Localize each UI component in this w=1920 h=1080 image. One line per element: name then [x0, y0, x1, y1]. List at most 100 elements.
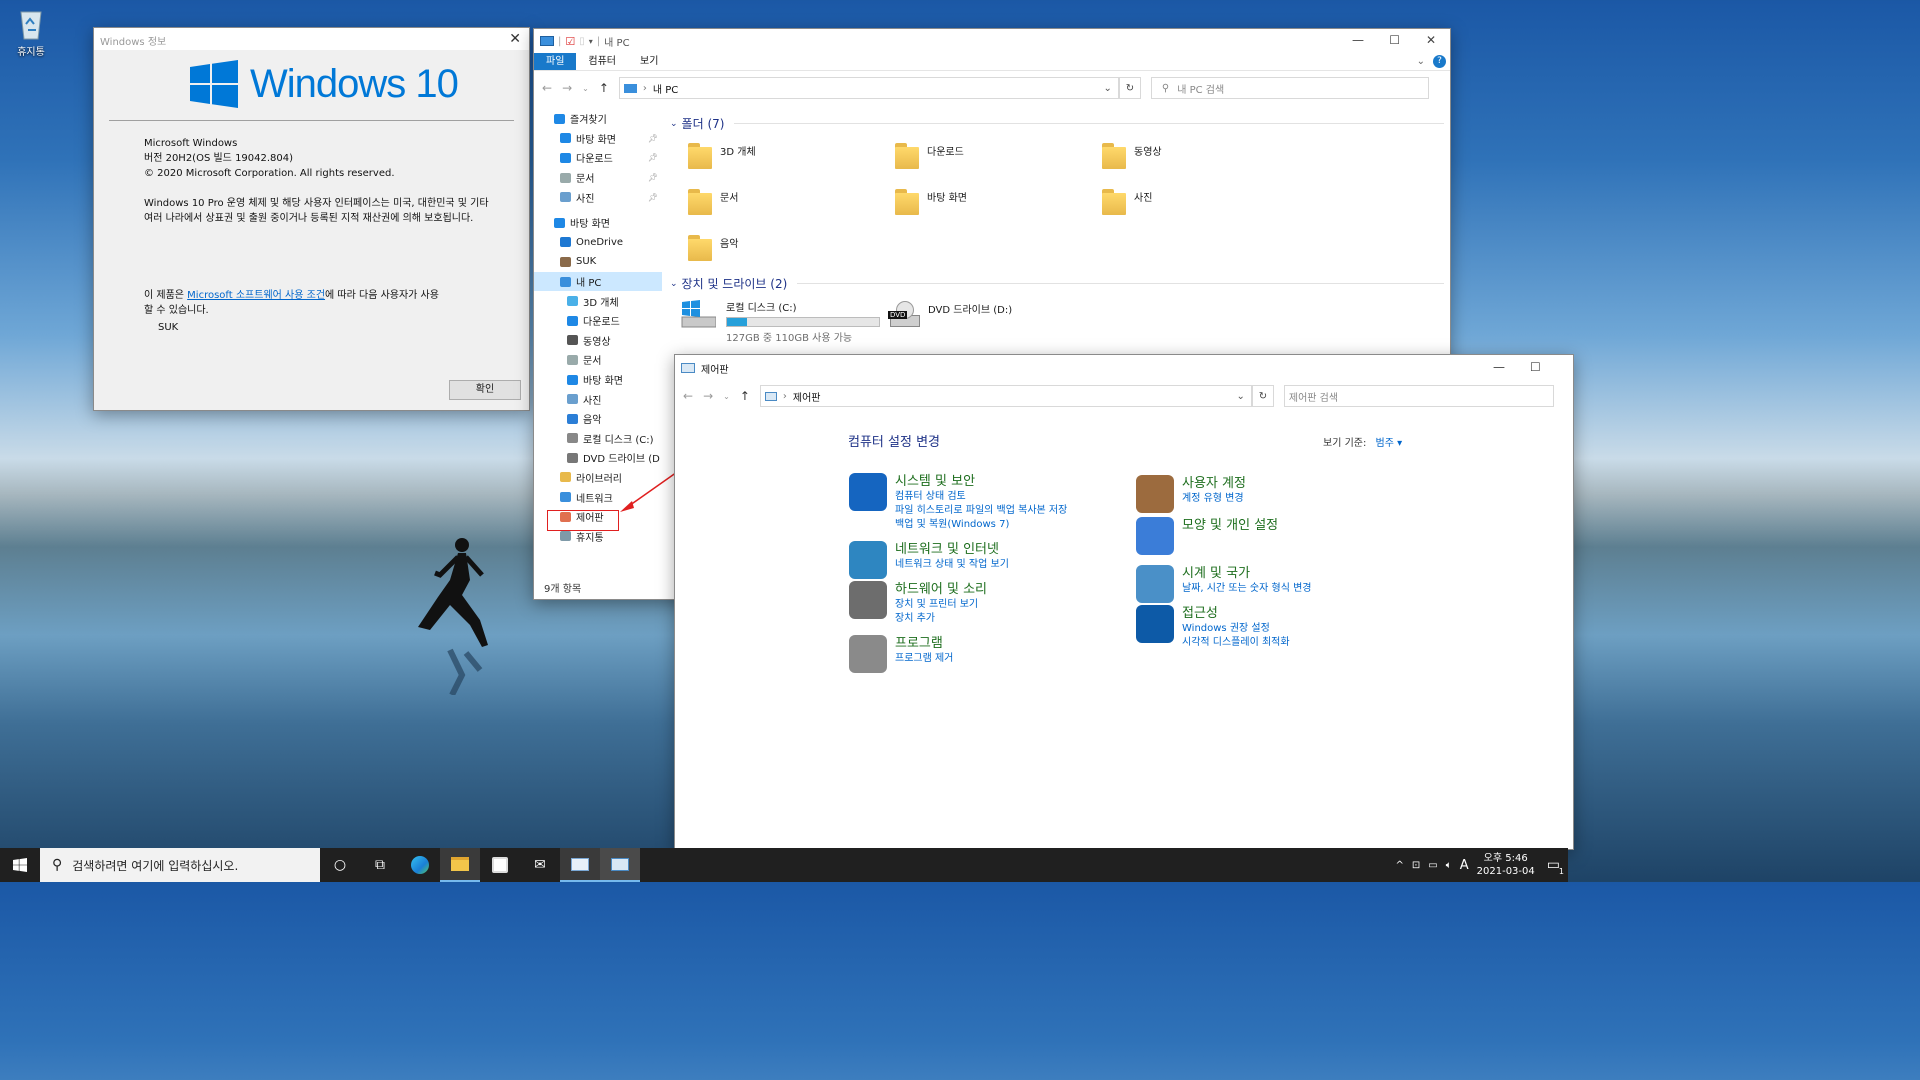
tab-view[interactable]: 보기 — [628, 53, 670, 70]
edge-icon[interactable] — [400, 848, 440, 882]
back-icon[interactable]: ← — [683, 389, 693, 403]
sidebar-item[interactable]: 사진 📌︎ — [534, 187, 662, 207]
folder-item[interactable]: 문서 — [686, 187, 738, 217]
meet-now-icon[interactable]: ⊡ — [1412, 860, 1420, 871]
sidebar-item[interactable]: 동영상 — [534, 331, 662, 351]
file-explorer-taskbar-icon[interactable] — [440, 848, 480, 882]
forward-icon[interactable]: → — [703, 389, 713, 403]
cp-category-title[interactable]: 시계 및 국가 — [1182, 565, 1311, 582]
up-icon[interactable]: ↑ — [599, 81, 609, 95]
cp-refresh-button[interactable]: ↻ — [1251, 385, 1274, 407]
cp-category[interactable]: 하드웨어 및 소리 장치 및 프린터 보기 장치 추가 — [849, 581, 987, 626]
drive-c[interactable]: 로컬 디스크 (C:) 127GB 중 110GB 사용 가능 — [680, 299, 880, 344]
cp-category-title[interactable]: 접근성 — [1182, 605, 1290, 622]
sidebar-item[interactable]: SUK — [534, 252, 662, 272]
minimize-icon[interactable]: — — [1352, 33, 1364, 47]
cp-category[interactable]: 프로그램 프로그램 제거 — [849, 635, 953, 673]
cp-category[interactable]: 사용자 계정 계정 유형 변경 — [1136, 475, 1246, 513]
cp-category-title[interactable]: 프로그램 — [895, 635, 953, 652]
cp-task-link[interactable]: Windows 권장 설정 — [1182, 622, 1290, 636]
quick-access-menu-icon[interactable]: ▾ — [589, 37, 593, 46]
folder-item[interactable]: 바탕 화면 — [893, 187, 967, 217]
cp-category[interactable]: 시계 및 국가 날짜, 시간 또는 숫자 형식 변경 — [1136, 565, 1311, 603]
back-icon[interactable]: ← — [542, 81, 552, 95]
drive-d[interactable]: DVD DVD 드라이브 (D:) — [888, 299, 1012, 329]
cp-category-title[interactable]: 네트워크 및 인터넷 — [895, 541, 1009, 558]
ribbon-expand-icon[interactable]: ⌄ — [1413, 53, 1429, 70]
minimize-icon[interactable]: — — [1493, 360, 1505, 374]
folder-item[interactable]: 음악 — [686, 233, 738, 263]
cp-search-box[interactable]: 제어판 검색 — [1283, 385, 1554, 407]
sidebar-item[interactable]: 3D 개체 — [534, 291, 662, 311]
mail-icon[interactable]: ✉ — [520, 848, 560, 882]
folder-item[interactable]: 다운로드 — [893, 141, 964, 171]
ok-button[interactable]: 확인 — [449, 380, 521, 400]
forward-icon[interactable]: → — [562, 81, 572, 95]
show-hidden-icons-icon[interactable]: ^ — [1396, 860, 1404, 871]
help-icon[interactable]: ? — [1433, 55, 1446, 68]
tab-computer[interactable]: 컴퓨터 — [576, 53, 628, 70]
cp-category[interactable]: 접근성 Windows 권장 설정 시각적 디스플레이 최적화 — [1136, 605, 1290, 650]
explorer-search-box[interactable]: ⚲ 내 PC 검색 — [1150, 77, 1429, 99]
cp-task-link[interactable]: 계정 유형 변경 — [1182, 492, 1246, 506]
recent-icon[interactable]: ⌄ — [582, 84, 589, 93]
taskbar-search-box[interactable]: ⚲ 검색하려면 여기에 입력하십시오. — [40, 848, 320, 882]
folder-item[interactable]: 동영상 — [1100, 141, 1162, 171]
close-icon[interactable]: ✕ — [509, 31, 521, 47]
sidebar-item[interactable]: 바탕 화면 📌︎ — [534, 129, 662, 149]
cp-task-link[interactable]: 장치 및 프린터 보기 — [895, 598, 987, 612]
control-panel-taskbar-icon[interactable] — [600, 848, 640, 882]
sidebar-item[interactable]: 문서 📌︎ — [534, 168, 662, 188]
address-bar[interactable]: › 내 PC ⌄ — [618, 77, 1119, 99]
sidebar-item[interactable]: 내 PC — [534, 271, 662, 292]
address-dropdown-icon[interactable]: ⌄ — [1104, 83, 1112, 94]
cp-category[interactable]: 네트워크 및 인터넷 네트워크 상태 및 작업 보기 — [849, 541, 1009, 579]
cp-task-link[interactable]: 날짜, 시간 또는 숫자 형식 변경 — [1182, 582, 1311, 596]
recycle-bin-desktop-icon[interactable]: 휴지통 — [8, 6, 54, 58]
tab-file[interactable]: 파일 — [534, 53, 577, 70]
store-icon[interactable] — [480, 848, 520, 882]
address-dropdown-icon[interactable]: ⌄ — [1237, 391, 1245, 402]
maximize-icon[interactable]: ☐ — [1530, 360, 1541, 374]
ime-indicator[interactable]: A — [1460, 858, 1469, 873]
license-terms-link[interactable]: Microsoft 소프트웨어 사용 조건 — [187, 290, 325, 301]
folder-item[interactable]: 사진 — [1100, 187, 1152, 217]
about-windows-taskbar-icon[interactable] — [560, 848, 600, 882]
cp-task-link[interactable]: 파일 히스토리로 파일의 백업 복사본 저장 — [895, 504, 1067, 518]
recent-icon[interactable]: ⌄ — [723, 392, 730, 401]
task-view-icon[interactable]: ⧉ — [360, 848, 400, 882]
folders-group-header[interactable]: ⌄ 폴더 (7) — [670, 115, 1444, 132]
new-folder-quick-icon[interactable]: ▯ — [579, 36, 585, 47]
cp-task-link[interactable]: 네트워크 상태 및 작업 보기 — [895, 558, 1009, 572]
cp-category[interactable]: 시스템 및 보안 컴퓨터 상태 검토 파일 히스토리로 파일의 백업 복사본 저장 백… — [849, 473, 1067, 532]
sidebar-item[interactable]: 다운로드 📌︎ — [534, 148, 662, 168]
clock[interactable]: 오후 5:46 2021-03-04 — [1477, 852, 1535, 878]
cp-task-link[interactable]: 컴퓨터 상태 검토 — [895, 490, 1067, 504]
network-icon[interactable]: ▭ — [1428, 860, 1437, 871]
cp-task-link[interactable]: 장치 추가 — [895, 612, 987, 626]
properties-quick-icon[interactable]: ☑ — [565, 35, 575, 48]
close-icon[interactable]: ✕ — [1426, 33, 1436, 47]
sidebar-item[interactable]: 바탕 화면 — [534, 370, 662, 390]
cp-task-link[interactable]: 백업 및 복원(Windows 7) — [895, 518, 1067, 532]
cortana-icon[interactable]: ○ — [320, 848, 360, 882]
notification-icon[interactable]: ▭ 1 — [1547, 857, 1564, 876]
cp-category-title[interactable]: 시스템 및 보안 — [895, 473, 1067, 490]
drives-group-header[interactable]: ⌄ 장치 및 드라이브 (2) — [670, 275, 1444, 292]
sidebar-item[interactable]: 음악 — [534, 409, 662, 429]
cp-category-title[interactable]: 모양 및 개인 설정 — [1182, 517, 1278, 534]
view-by-dropdown[interactable]: 범주 ▾ — [1376, 438, 1403, 449]
sidebar-item[interactable]: 즐겨찾기 — [534, 109, 662, 129]
sidebar-item[interactable]: 문서 — [534, 350, 662, 370]
cp-address-bar[interactable]: › 제어판 ⌄ — [759, 385, 1252, 407]
cp-category[interactable]: 모양 및 개인 설정 — [1136, 517, 1278, 555]
sidebar-item[interactable]: OneDrive — [534, 233, 662, 253]
cp-category-title[interactable]: 사용자 계정 — [1182, 475, 1246, 492]
maximize-icon[interactable]: ☐ — [1389, 33, 1400, 47]
sidebar-item[interactable]: 바탕 화면 — [534, 213, 662, 233]
sidebar-item[interactable]: 사진 — [534, 389, 662, 409]
cp-task-link[interactable]: 프로그램 제거 — [895, 652, 953, 666]
folder-item[interactable]: 3D 개체 — [686, 141, 756, 171]
start-button[interactable] — [0, 848, 40, 882]
cp-category-title[interactable]: 하드웨어 및 소리 — [895, 581, 987, 598]
